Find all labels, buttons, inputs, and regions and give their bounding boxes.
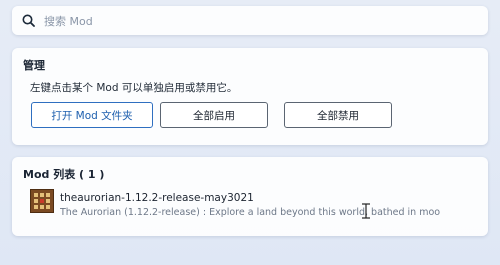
mouse-cursor-icon [362, 203, 370, 219]
search-input[interactable] [42, 10, 466, 33]
mod-description: The Aurorian (1.12.2-release) : Explore … [60, 207, 440, 218]
mod-list-title: Mod 列表 ( 1 ) [23, 168, 105, 181]
enable-all-button[interactable]: 全部启用 [160, 102, 268, 128]
manage-panel: 管理 左键点击某个 Mod 可以单独启用或禁用它。 打开 Mod 文件夹 全部启… [12, 48, 488, 145]
manage-description: 左键点击某个 Mod 可以单独启用或禁用它。 [30, 82, 238, 94]
disable-all-button[interactable]: 全部禁用 [284, 102, 392, 128]
search-icon [22, 14, 35, 27]
search-bar[interactable] [12, 6, 488, 35]
mod-name: theaurorian-1.12.2-release-may3021 [60, 192, 254, 204]
list-item[interactable]: theaurorian-1.12.2-release-may3021 The A… [30, 189, 470, 223]
manage-title: 管理 [23, 59, 45, 72]
mod-list-panel: Mod 列表 ( 1 ) theaurorian-1.12.2-release-… [12, 157, 488, 236]
open-mod-folder-button[interactable]: 打开 Mod 文件夹 [31, 102, 153, 128]
crafting-block-icon [30, 189, 54, 213]
